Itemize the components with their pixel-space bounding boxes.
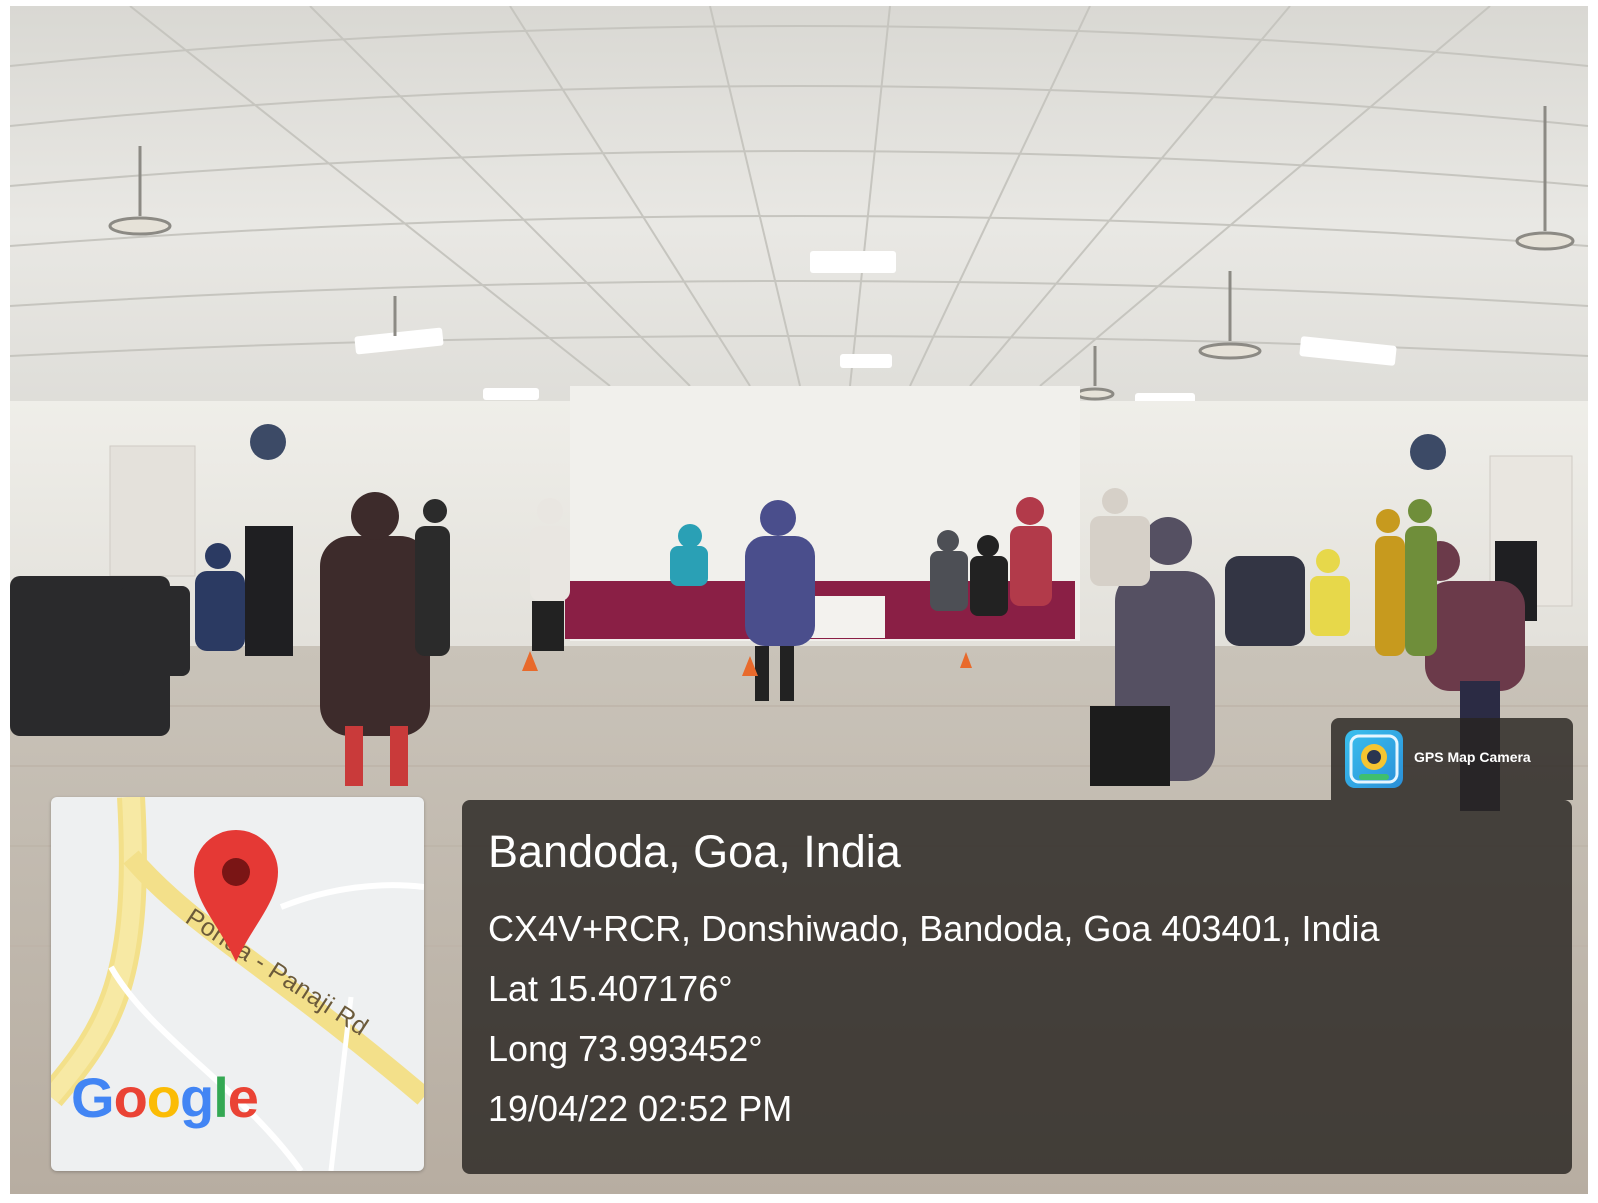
google-letter: o (146, 1066, 181, 1129)
latitude-line: Lat 15.407176° (488, 968, 733, 1009)
door (109, 445, 196, 577)
google-letter: l (213, 1066, 229, 1129)
place-title: Bandoda, Goa, India (488, 826, 901, 877)
google-letter: o (113, 1066, 148, 1129)
map-pin-icon (194, 830, 278, 962)
photo-frame: GPS Map Camera Ponda - Panaji Rd Google … (10, 6, 1588, 1194)
gps-map-camera-icon (1345, 730, 1403, 788)
google-logo: Google (71, 1065, 259, 1130)
gps-info-panel: Bandoda, Goa, India CX4V+RCR, Donshiwado… (462, 800, 1572, 1174)
ceiling-light (810, 251, 896, 273)
badge-label: GPS Map Camera (1414, 749, 1531, 765)
wall-fan (1410, 434, 1446, 470)
google-letter: e (227, 1066, 259, 1129)
gps-map-camera-badge: GPS Map Camera (1331, 718, 1573, 800)
google-letter: g (180, 1066, 214, 1129)
ceiling-light (840, 354, 892, 368)
google-letter: G (71, 1066, 115, 1129)
datetime-line: 19/04/22 02:52 PM (488, 1088, 793, 1129)
wall-fan (250, 424, 286, 460)
address-line: CX4V+RCR, Donshiwado, Bandoda, Goa 40340… (488, 908, 1380, 949)
longitude-line: Long 73.993452° (488, 1028, 763, 1069)
ceiling-light (483, 388, 539, 400)
table (805, 596, 885, 638)
